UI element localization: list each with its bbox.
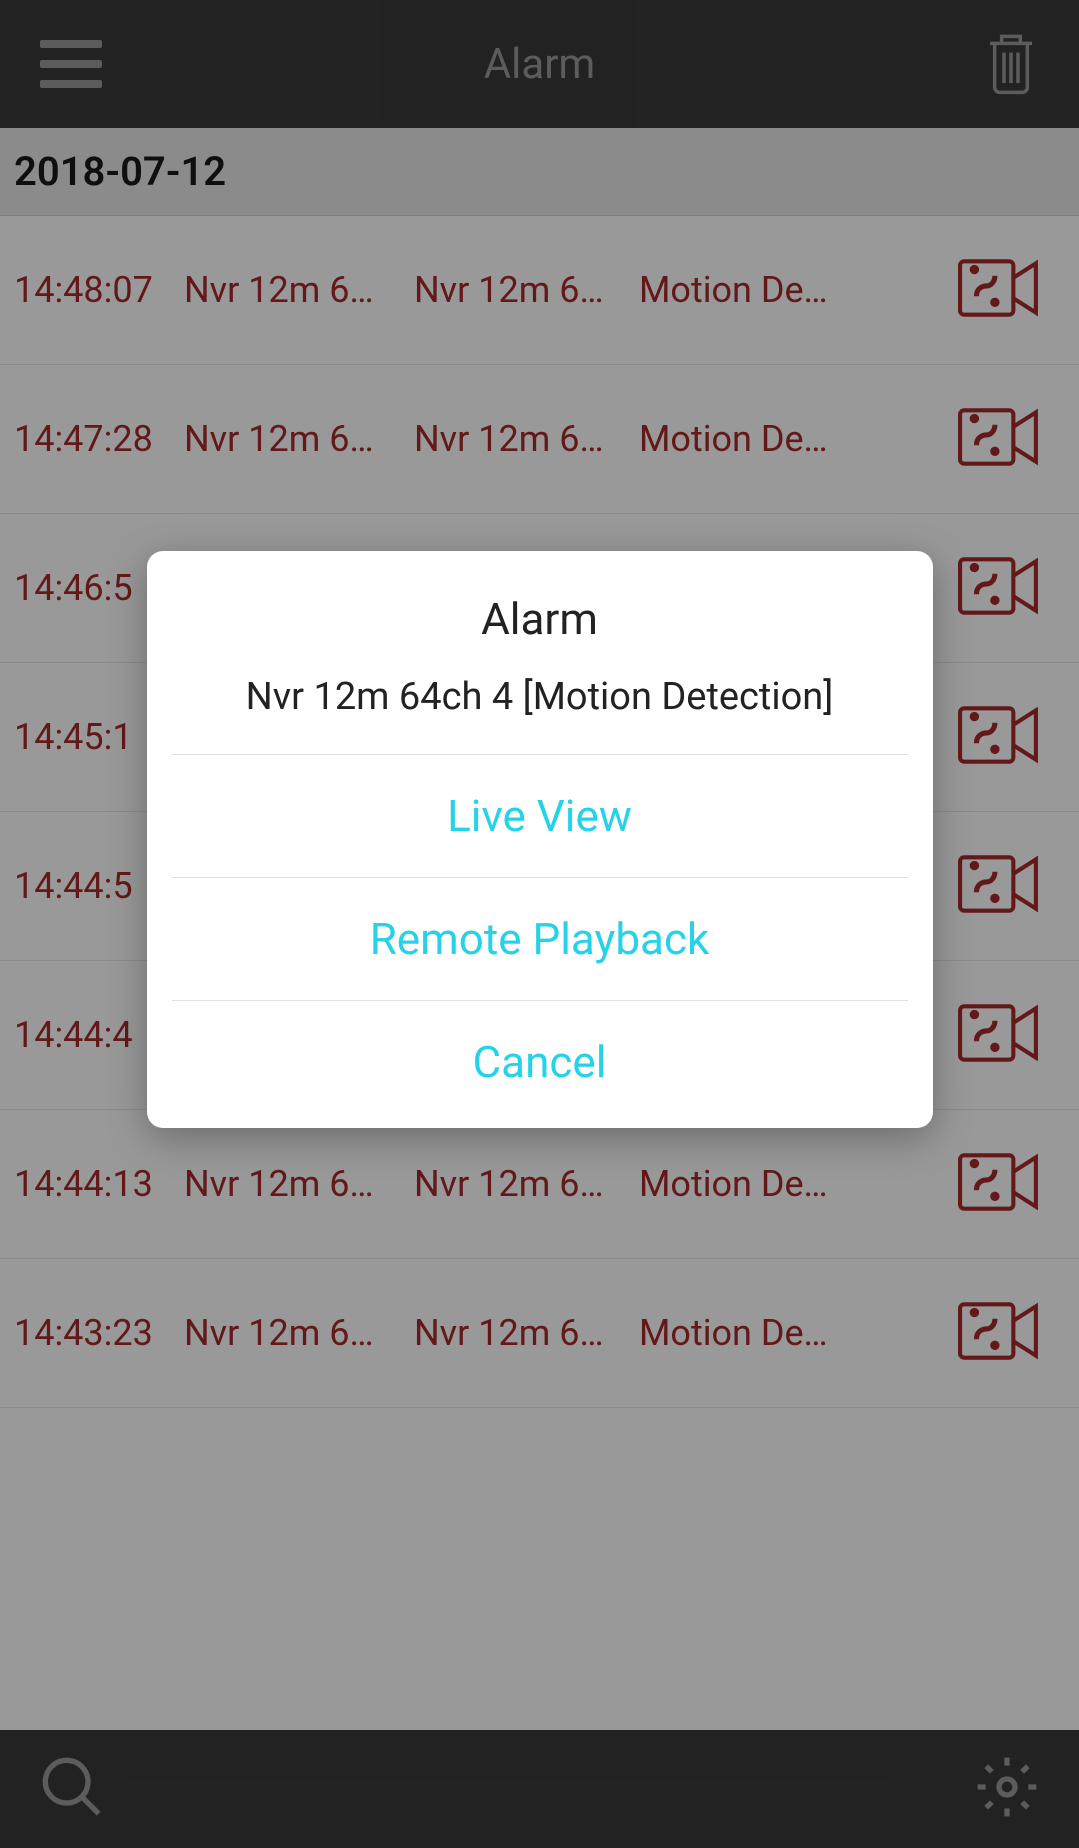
dialog-title: Alarm: [147, 551, 933, 675]
alarm-dialog: Alarm Nvr 12m 64ch 4 [Motion Detection] …: [147, 551, 933, 1128]
remote-playback-button[interactable]: Remote Playback: [172, 877, 908, 1000]
modal-overlay[interactable]: Alarm Nvr 12m 64ch 4 [Motion Detection] …: [0, 0, 1079, 1848]
live-view-button[interactable]: Live View: [172, 754, 908, 877]
cancel-button[interactable]: Cancel: [172, 1000, 908, 1128]
dialog-subtitle: Nvr 12m 64ch 4 [Motion Detection]: [147, 675, 933, 754]
